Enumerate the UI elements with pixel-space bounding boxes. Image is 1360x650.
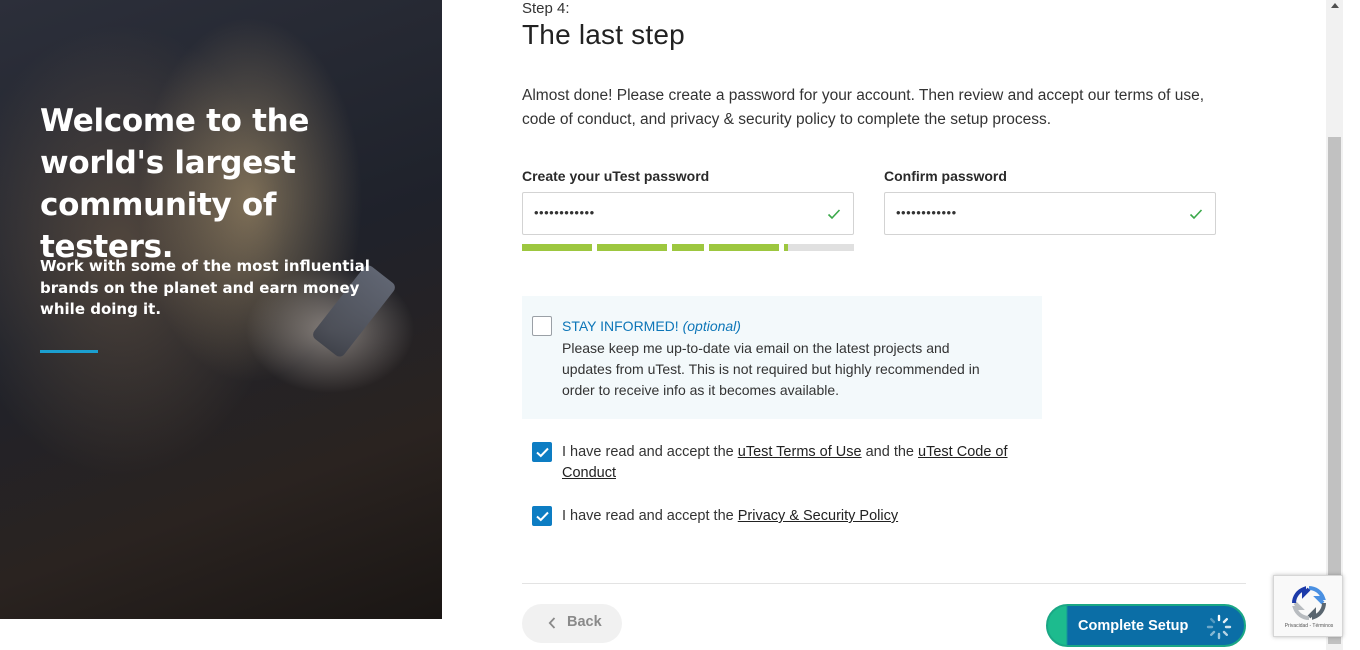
confirm-password-label: Confirm password xyxy=(884,168,1007,184)
privacy-prefix: I have read and accept the xyxy=(562,508,738,524)
loading-spinner-icon xyxy=(1206,614,1232,640)
optional-label: (optional) xyxy=(682,318,741,334)
step-label: Step 4: xyxy=(522,0,570,17)
checkmark-icon xyxy=(536,447,549,458)
checkmark-icon xyxy=(827,209,841,220)
back-button[interactable]: Back xyxy=(522,604,622,643)
password-label: Create your uTest password xyxy=(522,168,710,184)
recaptcha-links[interactable]: Privacidad - Términos xyxy=(1274,623,1344,629)
terms-prefix: I have read and accept the xyxy=(562,444,738,460)
strength-segment xyxy=(709,244,779,251)
complete-setup-label: Complete Setup xyxy=(1078,618,1189,634)
strength-segment xyxy=(784,244,854,251)
confirm-password-value: •••••••••••• xyxy=(896,205,957,220)
stay-informed-title: STAY INFORMED! xyxy=(562,318,679,334)
password-value: •••••••••••• xyxy=(534,205,595,220)
complete-setup-button[interactable]: Complete Setup xyxy=(1046,604,1246,647)
password-field[interactable]: •••••••••••• xyxy=(522,192,854,235)
checkmark-icon xyxy=(1189,209,1203,220)
terms-checkbox[interactable] xyxy=(532,442,552,462)
strength-segment xyxy=(597,244,667,251)
hero-panel: Welcome to the world's largest community… xyxy=(0,0,442,619)
recaptcha-badge[interactable]: Privacidad - Términos xyxy=(1273,575,1343,637)
checkmark-icon xyxy=(536,511,549,522)
strength-segment-fill xyxy=(784,244,788,251)
divider xyxy=(522,583,1246,584)
recaptcha-icon xyxy=(1292,586,1326,620)
terms-middle: and the xyxy=(861,444,919,460)
hero-subtitle: Work with some of the most influential b… xyxy=(40,257,370,318)
strength-segment xyxy=(672,244,704,251)
scrollbar-thumb[interactable] xyxy=(1328,137,1341,644)
stay-informed-heading: STAY INFORMED! (optional) xyxy=(562,318,741,334)
back-button-label: Back xyxy=(567,614,602,630)
privacy-checkbox[interactable] xyxy=(532,506,552,526)
hero-accent-rule xyxy=(40,350,98,353)
scroll-up-arrow-icon[interactable] xyxy=(1331,3,1339,8)
terms-of-use-link[interactable]: uTest Terms of Use xyxy=(738,444,862,460)
strength-segment xyxy=(522,244,592,251)
stay-informed-box: STAY INFORMED! (optional) Please keep me… xyxy=(522,296,1042,419)
stay-informed-description: Please keep me up-to-date via email on t… xyxy=(562,340,980,398)
chevron-left-icon xyxy=(548,617,556,629)
privacy-text: I have read and accept the Privacy & Sec… xyxy=(562,506,1022,527)
page-title: The last step xyxy=(522,19,685,50)
privacy-policy-link[interactable]: Privacy & Security Policy xyxy=(738,508,898,524)
confirm-password-field[interactable]: •••••••••••• xyxy=(884,192,1216,235)
intro-text: Almost done! Please create a password fo… xyxy=(522,87,1205,128)
terms-text: I have read and accept the uTest Terms o… xyxy=(562,442,1022,484)
stay-informed-checkbox[interactable] xyxy=(532,316,552,336)
hero-title: Welcome to the world's largest community… xyxy=(40,103,310,265)
